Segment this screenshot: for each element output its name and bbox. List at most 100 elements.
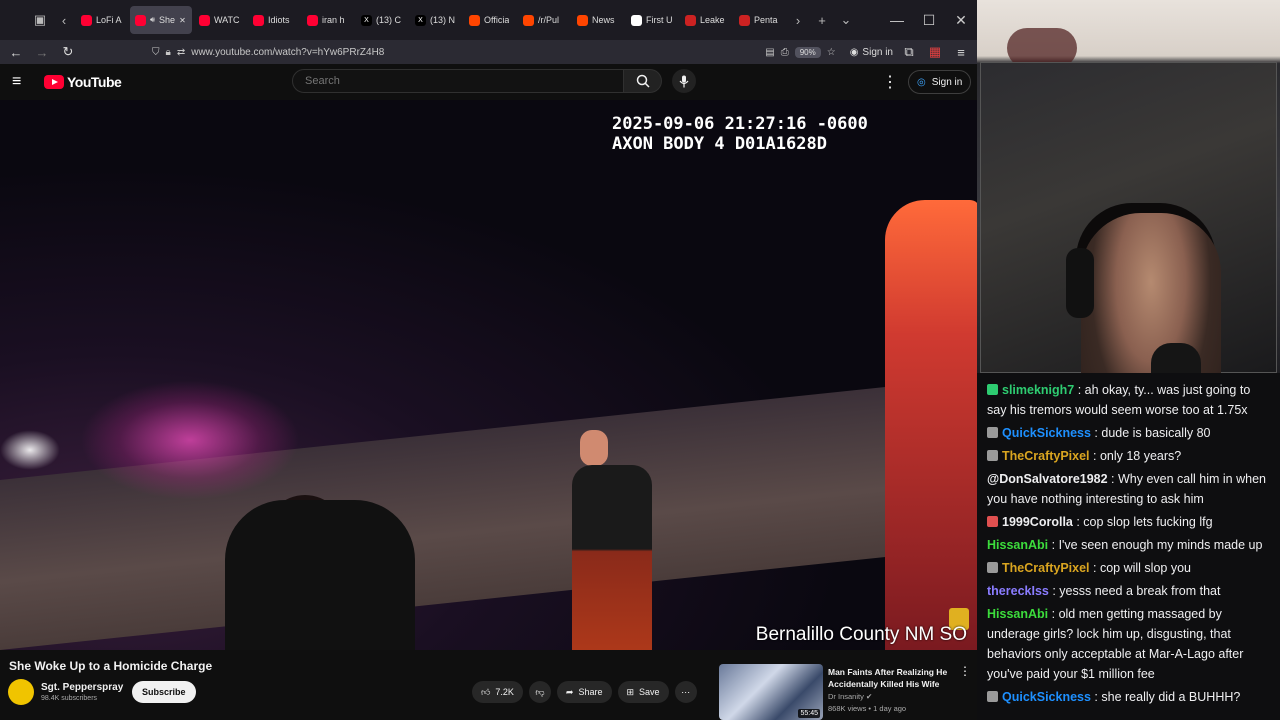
tab-label: /r/Pul	[538, 15, 560, 25]
dislike-button[interactable]: 👎︎	[528, 681, 551, 703]
youtube-play-icon	[44, 75, 64, 89]
new-tab-icon[interactable]: +	[810, 6, 834, 34]
tab-favicon-icon	[469, 14, 480, 26]
browser-tab[interactable]: /r/Pul	[518, 6, 570, 34]
tab-label: LoFi A	[96, 15, 122, 25]
recommended-more-icon[interactable]: ⋮	[959, 664, 971, 678]
menu-icon[interactable]: ≡	[951, 42, 971, 62]
search-button[interactable]	[624, 69, 662, 93]
screenshot-icon[interactable]: ⎙	[781, 47, 789, 58]
like-button[interactable]: 👍︎ 7.2K	[472, 681, 523, 703]
url-bar[interactable]: ⛉ 🔒︎ ⇄ www.youtube.com/watch?v=hYw6PRrZ4…	[144, 42, 844, 62]
browser-tab[interactable]: 🔊︎ She ✕	[130, 6, 192, 34]
browser-tab[interactable]: Penta	[734, 6, 786, 34]
close-window-icon[interactable]: ✕	[945, 0, 977, 40]
chat-username[interactable]: TheCraftyPixel	[1002, 449, 1090, 463]
tab-scroll-right-icon[interactable]: ›	[786, 6, 810, 34]
addon-icon[interactable]: ▦	[925, 42, 945, 62]
chat-message: HissanAbi : old men getting massaged by …	[987, 604, 1272, 684]
voice-search-button[interactable]	[672, 69, 696, 93]
browser-tab[interactable]: LoFi A	[76, 6, 128, 34]
share-button[interactable]: ➦ Share	[556, 681, 612, 703]
agency-caption: Bernalillo County NM SO	[755, 624, 967, 645]
extensions-icon[interactable]: ⧉	[899, 42, 919, 62]
browser-tab[interactable]: X (13) N	[410, 6, 462, 34]
forward-icon[interactable]: →	[32, 42, 52, 62]
recommended-video[interactable]: 55:45 Man Faints After Realizing He Acci…	[719, 664, 977, 720]
timestamp-line-1: 2025-09-06 21:27:16 -0600	[612, 114, 868, 134]
chat-message: @DonSalvatore1982 : Why even call him in…	[987, 469, 1272, 509]
streamer	[1081, 213, 1221, 373]
chat-username[interactable]: TheCraftyPixel	[1002, 561, 1090, 575]
tab-list-chevron-icon[interactable]: ⌄	[834, 6, 858, 34]
chat-message: TheCraftyPixel : cop will slop you	[987, 558, 1272, 578]
tab-overview-icon[interactable]: ▣	[28, 6, 52, 34]
browser-tab[interactable]: Idiots	[248, 6, 300, 34]
youtube-logo[interactable]: YouTube	[44, 74, 122, 90]
settings-more-icon[interactable]: ⋮	[882, 72, 898, 92]
tab-close-icon[interactable]: ✕	[179, 16, 186, 25]
recommended-duration: 55:45	[798, 709, 820, 718]
browser-tab[interactable]: X (13) C	[356, 6, 408, 34]
chat-username[interactable]: HissanAbi	[987, 607, 1048, 621]
video-title: She Woke Up to a Homicide Charge	[9, 659, 213, 673]
save-button[interactable]: ⊞ Save	[617, 681, 669, 703]
recommended-title[interactable]: Man Faints After Realizing He Accidental…	[828, 666, 958, 690]
chat-text: dude is basically 80	[1101, 426, 1211, 440]
chat-username[interactable]: slimeknigh7	[1002, 383, 1074, 397]
back-icon[interactable]: ←	[6, 42, 26, 62]
minimize-icon[interactable]: —	[881, 0, 913, 40]
recommended-channel[interactable]: Dr Insanity ✔	[828, 692, 872, 701]
shield-icon[interactable]: ⛉	[152, 47, 160, 58]
chat-username[interactable]: QuickSickness	[1002, 690, 1091, 704]
recommended-meta: 868K views • 1 day ago	[828, 704, 907, 713]
lock-icon[interactable]: 🔒︎	[166, 47, 171, 58]
search-input[interactable]	[292, 69, 624, 93]
chat-separator: :	[1090, 426, 1102, 440]
url-text[interactable]: www.youtube.com/watch?v=hYw6PRrZ4H8	[191, 47, 384, 58]
tab-favicon-icon	[135, 14, 146, 26]
tab-favicon-icon	[739, 14, 750, 26]
tab-scroll-left-icon[interactable]: ‹	[52, 6, 76, 34]
tab-label: Leake	[700, 15, 725, 25]
tab-label: (13) C	[376, 15, 402, 25]
microphone-icon	[679, 75, 689, 87]
browser-tab[interactable]: News	[572, 6, 624, 34]
tab-favicon-icon	[199, 14, 210, 26]
tab-label: iran h	[322, 15, 345, 25]
chat-username[interactable]: thereckIss	[987, 584, 1049, 598]
share-label: Share	[578, 687, 603, 697]
chat-text: cop slop lets fucking lfg	[1083, 515, 1213, 529]
browser-tab[interactable]: iran h	[302, 6, 354, 34]
browser-tab[interactable]: Leake	[680, 6, 732, 34]
chat-username[interactable]: @DonSalvatore1982	[987, 472, 1108, 486]
chat-text: cop will slop you	[1099, 561, 1191, 575]
zoom-level[interactable]: 90%	[794, 46, 821, 58]
reader-view-icon[interactable]: ▤	[765, 47, 774, 58]
browser-signin-button[interactable]: ◉ Sign in	[850, 47, 893, 58]
channel-avatar[interactable]	[8, 679, 34, 705]
browser-signin-label: Sign in	[862, 46, 893, 58]
browser-tab[interactable]: First U	[626, 6, 678, 34]
browser-tab[interactable]: WATC	[194, 6, 246, 34]
maximize-icon[interactable]: ☐	[913, 0, 945, 40]
channel-name[interactable]: Sgt. Pepperspray	[41, 682, 123, 693]
more-actions-button[interactable]: ⋯	[674, 681, 697, 703]
youtube-signin-button[interactable]: ◎ Sign in	[908, 70, 972, 94]
thumbs-up-icon: 👍︎	[481, 686, 491, 697]
chat-username[interactable]: QuickSickness	[1002, 426, 1091, 440]
chat-username[interactable]: HissanAbi	[987, 538, 1048, 552]
video-player[interactable]: 2025-09-06 21:27:16 -0600 AXON BODY 4 D0…	[0, 100, 977, 650]
bookmark-star-icon[interactable]: ☆	[827, 47, 836, 58]
browser-tab[interactable]: Officia	[464, 6, 516, 34]
guide-menu-icon[interactable]: ≡	[12, 73, 32, 91]
search-icon	[636, 74, 650, 88]
permissions-icon[interactable]: ⇄	[177, 47, 185, 58]
chat-username[interactable]: 1999Corolla	[1002, 515, 1073, 529]
subscribe-button[interactable]: Subscribe	[132, 681, 196, 703]
speaker-icon[interactable]: 🔊︎	[150, 15, 155, 25]
recommended-thumbnail[interactable]: 55:45	[719, 664, 823, 720]
chat-separator: :	[1048, 538, 1059, 552]
reload-icon[interactable]: ↻	[58, 42, 78, 62]
chat-separator: :	[1048, 607, 1059, 621]
